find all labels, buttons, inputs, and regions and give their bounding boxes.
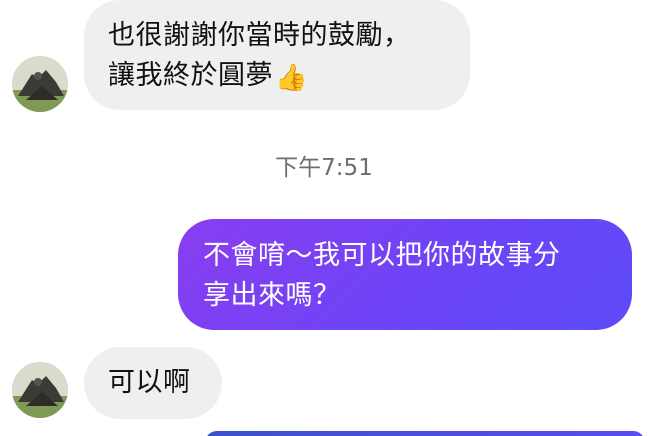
avatar-photo-icon (12, 56, 68, 112)
outgoing-message-bubble[interactable]: 不會唷～我可以把你的故事分 享出來嗎？ (178, 219, 632, 330)
thumbs-up-emoji-icon: 👍 (275, 63, 308, 93)
message-text-line: 可以啊 (108, 367, 191, 398)
message-text-line: 不會唷～我可以把你的故事分 (203, 240, 561, 271)
avatar-photo-icon (12, 362, 68, 418)
contact-avatar[interactable] (12, 362, 68, 418)
message-text-line: 讓我終於圓夢👍 (108, 56, 470, 98)
incoming-message-bubble[interactable]: 可以啊 (84, 347, 222, 419)
outgoing-message-bubble-partial[interactable] (205, 431, 645, 436)
message-timestamp: 下午7:51 (275, 155, 373, 181)
message-text-line: 享出來嗎？ (203, 280, 341, 311)
contact-avatar[interactable] (12, 56, 68, 112)
incoming-message-bubble[interactable]: 也很謝謝你當時的鼓勵， 讓我終於圓夢👍 (84, 0, 470, 110)
chat-thread: 也很謝謝你當時的鼓勵， 讓我終於圓夢👍 下午7:51 不會唷～我可以把你的故事分… (0, 0, 648, 436)
message-text-line: 也很謝謝你當時的鼓勵， (108, 20, 411, 51)
